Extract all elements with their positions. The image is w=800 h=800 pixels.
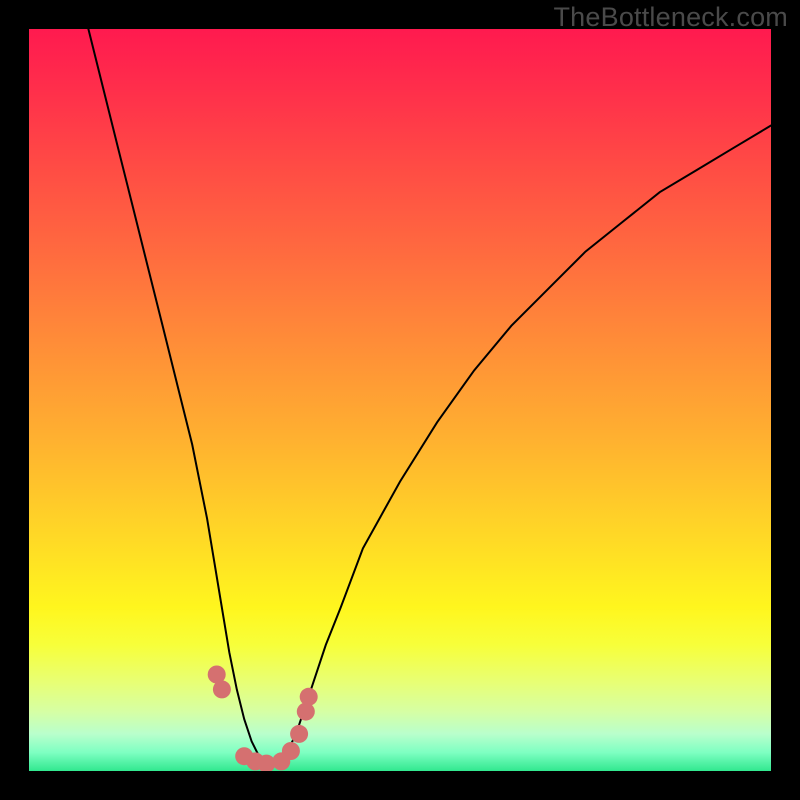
highlight-marker	[208, 666, 226, 684]
curve-layer	[29, 29, 771, 771]
highlight-marker	[300, 688, 318, 706]
highlight-marker	[235, 747, 253, 765]
plot-area	[29, 29, 771, 771]
highlight-marker	[282, 742, 300, 760]
chart-frame: TheBottleneck.com	[0, 0, 800, 800]
highlight-marker	[290, 725, 308, 743]
highlight-marker	[246, 752, 264, 770]
marker-group	[208, 666, 318, 772]
highlight-marker	[257, 755, 275, 771]
highlight-marker	[213, 680, 231, 698]
bottleneck-curve	[88, 29, 771, 764]
highlight-marker	[297, 703, 315, 721]
highlight-marker	[272, 752, 290, 770]
